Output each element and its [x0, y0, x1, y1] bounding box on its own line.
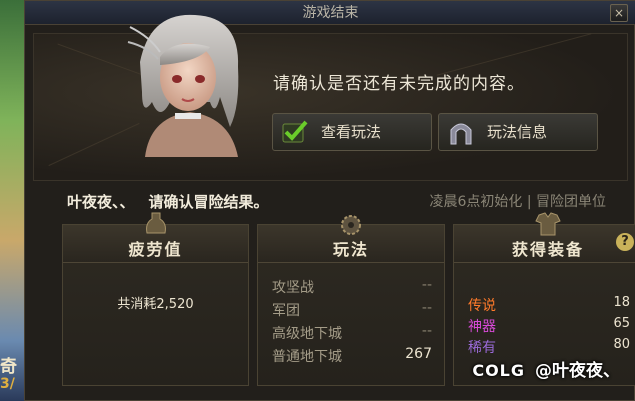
player-name: 叶夜夜、、 [67, 193, 135, 211]
mode-card-header: 玩法 [258, 215, 444, 263]
mode-row-name: 军团 [272, 303, 300, 319]
armor-icon [535, 212, 561, 236]
loot-row-name: 稀有 [468, 340, 496, 356]
view-mode-label: 查看玩法 [321, 123, 382, 141]
loot-row-name: 传说 [468, 298, 496, 314]
mode-row-value: -- [421, 323, 432, 339]
fatigue-title: 疲劳值 [128, 240, 183, 259]
loot-row-value: 80 [613, 337, 630, 352]
window-title: 游戏结束 [302, 5, 359, 21]
loot-row-value: 18 [613, 295, 630, 310]
bottle-icon [145, 212, 166, 234]
help-icon[interactable]: ? [616, 233, 634, 251]
mode-row-name: 普通地下城 [272, 349, 342, 365]
loot-card-header: 获得装备 ? [454, 212, 635, 263]
mode-row: 普通地下城 267 [272, 346, 432, 368]
mode-title: 玩法 [332, 240, 369, 259]
loot-row-value: 65 [613, 316, 630, 331]
gear-icon [341, 215, 361, 235]
mode-row: 军团 -- [272, 300, 432, 322]
view-mode-button[interactable]: 查看玩法 [272, 113, 432, 151]
fatigue-card: 疲劳值 共消耗2,520 [62, 212, 249, 386]
confirm-message: 请确认是否还有未完成的内容。 [273, 74, 525, 94]
arch-icon [450, 123, 472, 145]
window-titlebar: 游戏结束 × [25, 1, 635, 25]
fatigue-card-header: 疲劳值 [63, 212, 248, 263]
mode-info-label: 玩法信息 [487, 123, 548, 141]
loot-row: 稀有 80 [468, 337, 630, 357]
loot-title: 获得装备 [511, 240, 584, 259]
reset-note: 凌晨6点初始化 | 冒险团单位 [429, 194, 606, 210]
close-button[interactable]: × [610, 4, 628, 22]
mode-row-value: 267 [405, 346, 432, 362]
game-over-window: 游戏结束 × 请确认是否还有未完成的内容。 查看玩法 玩法信息 叶夜夜、、 请确… [24, 0, 635, 401]
loot-row: 神器 65 [468, 316, 630, 336]
mode-row: 高级地下城 -- [272, 323, 432, 345]
mode-row-name: 攻坚战 [272, 280, 314, 296]
watermark-logo: COLG [472, 361, 525, 380]
npc-portrait [127, 14, 239, 157]
mode-card: 玩法 攻坚战 -- 军团 -- 高级地下城 -- 普通地下城 267 [257, 215, 445, 386]
checkmark-icon [282, 120, 308, 143]
mode-row-value: -- [421, 277, 432, 293]
mode-row-value: -- [421, 300, 432, 316]
fatigue-total: 共消耗2,520 [117, 297, 194, 312]
player-result-line: 叶夜夜、、 请确认冒险结果。 [67, 191, 269, 212]
result-message: 请确认冒险结果。 [148, 193, 269, 211]
watermark: COLG @叶夜夜、 [472, 356, 620, 381]
mode-info-button[interactable]: 玩法信息 [438, 113, 598, 151]
mode-row: 攻坚战 -- [272, 277, 432, 299]
watermark-handle: @叶夜夜、 [535, 361, 620, 381]
mode-row-name: 高级地下城 [272, 326, 342, 342]
loot-row-name: 神器 [468, 319, 496, 335]
loot-row: 传说 18 [468, 295, 630, 315]
